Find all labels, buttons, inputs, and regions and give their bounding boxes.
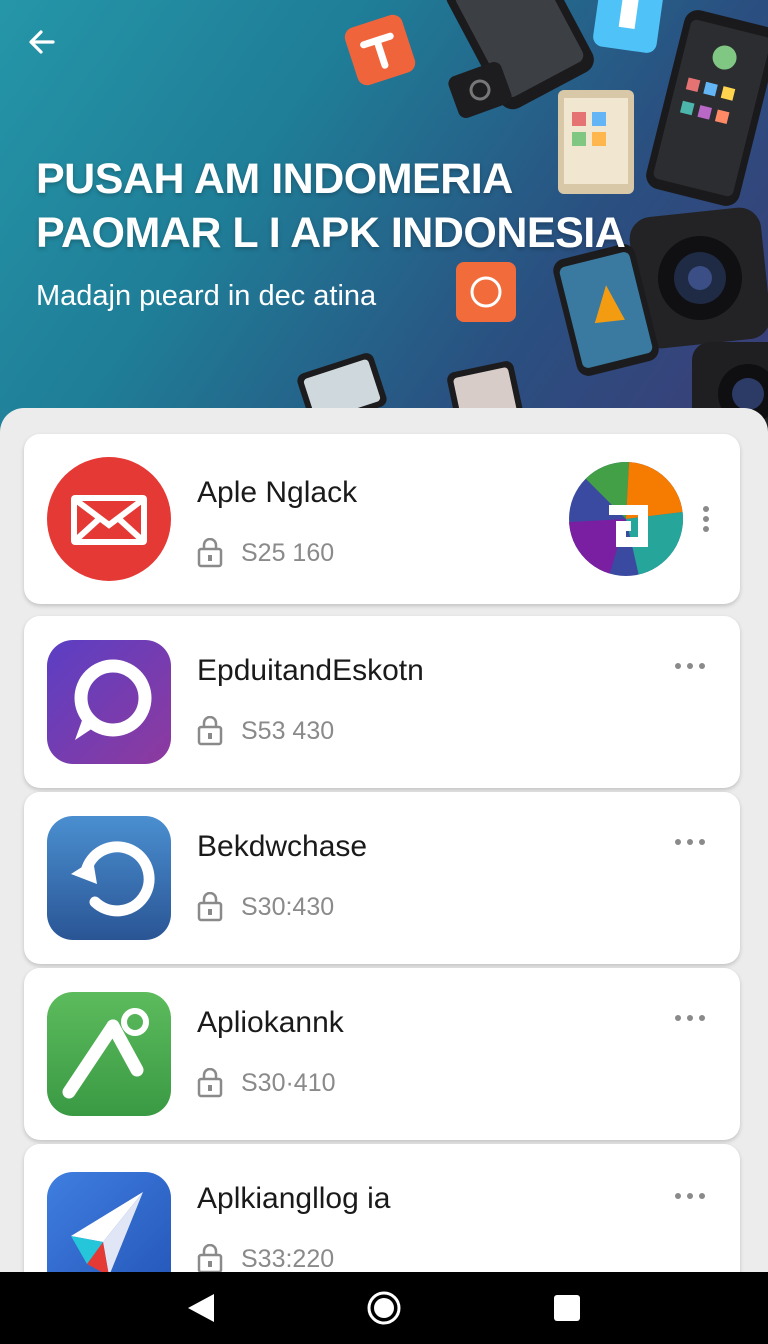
- system-navigation-bar: [0, 1272, 768, 1344]
- nav-home-button[interactable]: [354, 1278, 414, 1338]
- hero-banner: PUSAH AM INDOMERIA PAOMAR L I APK INDONE…: [0, 0, 768, 440]
- app-price: S33:220: [241, 1244, 335, 1273]
- app-name: EpduitandEskotn: [197, 654, 424, 687]
- price-row: S25 160: [197, 538, 334, 568]
- triangle-back-icon: [188, 1294, 215, 1322]
- app-card[interactable]: Aple Nglack S25 160: [24, 434, 740, 604]
- circle-home-icon: [367, 1291, 401, 1325]
- lock-icon: [197, 538, 223, 568]
- lock-icon: [197, 1068, 223, 1098]
- app-price: S25 160: [241, 538, 335, 567]
- app-name: Bekdwchase: [197, 830, 368, 863]
- app-price: S30·410: [241, 1068, 336, 1097]
- app-name: Aple Nglack: [197, 476, 358, 509]
- app-card[interactable]: EpduitandEskotn S53 430: [24, 616, 740, 788]
- app-card[interactable]: Apliokannk S30·410: [24, 968, 740, 1140]
- lock-icon: [197, 1244, 223, 1274]
- price-row: S33:220: [197, 1244, 334, 1274]
- nav-recents-button[interactable]: [537, 1278, 597, 1338]
- refresh-icon: [47, 816, 171, 940]
- more-options-button[interactable]: [694, 504, 718, 534]
- more-horizontal-icon: [675, 839, 705, 845]
- app-name: Apliokannk: [197, 1006, 344, 1039]
- pick-tool-icon: [47, 992, 171, 1116]
- more-options-button[interactable]: [670, 1006, 710, 1036]
- paper-plane-icon: [47, 1172, 171, 1288]
- page-title: PUSAH AM INDOMERIA PAOMAR L I APK INDONE…: [36, 152, 636, 260]
- more-horizontal-icon: [675, 1015, 705, 1021]
- more-horizontal-icon: [675, 663, 705, 669]
- back-button[interactable]: [20, 20, 64, 64]
- lock-icon: [197, 892, 223, 922]
- price-row: S30:430: [197, 892, 334, 922]
- price-row: S30·410: [197, 1068, 336, 1098]
- page-title-line-2: PAOMAR L I APK INDONESIA: [36, 209, 626, 257]
- app-price: S53 430: [241, 716, 335, 745]
- app-name: Aplkiangllog ia: [197, 1182, 391, 1215]
- app-card[interactable]: Aplkiangllog ia S33:220: [24, 1144, 740, 1288]
- app-card[interactable]: Bekdwchase S30:430: [24, 792, 740, 964]
- more-vertical-icon: [703, 506, 709, 532]
- more-options-button[interactable]: [670, 654, 710, 684]
- app-price: S30:430: [241, 892, 335, 921]
- page-title-line-1: PUSAH AM INDOMERIA: [36, 155, 513, 203]
- featured-app-logo: [569, 462, 683, 576]
- lock-icon: [197, 716, 223, 746]
- arrow-left-icon: [29, 30, 55, 54]
- more-options-button[interactable]: [670, 830, 710, 860]
- more-horizontal-icon: [675, 1193, 705, 1199]
- app-list-sheet: Aple Nglack S25 160 EpduitandEskotn S53 …: [0, 408, 768, 1288]
- nav-back-button[interactable]: [171, 1278, 231, 1338]
- mail-icon: [47, 457, 171, 581]
- page-subtitle: Madajn pɩeard in dec atina: [36, 280, 377, 312]
- chat-bubble-icon: [47, 640, 171, 764]
- square-recents-icon: [553, 1295, 580, 1321]
- price-row: S53 430: [197, 716, 334, 746]
- more-options-button[interactable]: [670, 1184, 710, 1214]
